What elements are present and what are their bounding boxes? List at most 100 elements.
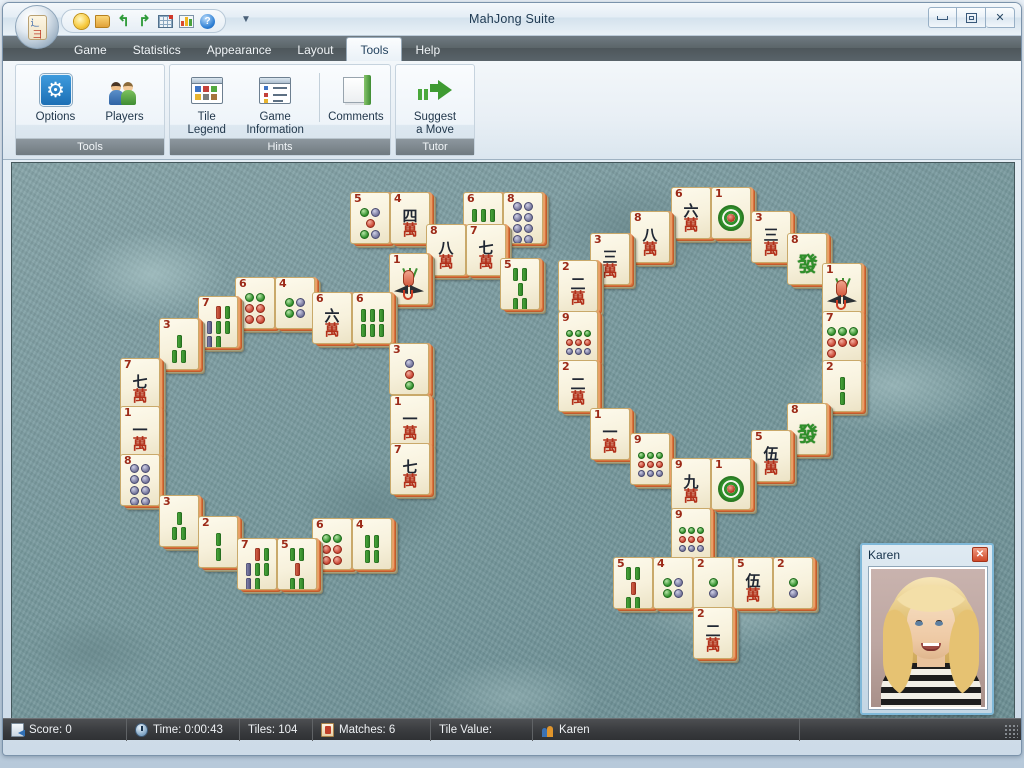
close-button[interactable]: ✕	[986, 7, 1015, 28]
status-tiles: Tiles: 104	[240, 718, 313, 741]
mahjong-tile[interactable]: 5	[350, 192, 390, 244]
options-button[interactable]: ⚙ Options	[22, 70, 89, 124]
mahjong-tile[interactable]: 8八萬	[630, 211, 670, 263]
tab-game[interactable]: Game	[61, 38, 120, 61]
mahjong-tile[interactable]: 6	[312, 518, 352, 570]
mahjong-tile[interactable]: 2二萬	[558, 260, 598, 312]
mahjong-tile[interactable]: 8發	[787, 233, 827, 285]
mahjong-tile[interactable]: 9九萬	[671, 458, 711, 510]
mahjong-tile[interactable]: 2二萬	[693, 607, 733, 659]
quick-access-overflow-button[interactable]: ▼	[241, 14, 251, 25]
mahjong-tile[interactable]: 8八萬	[426, 224, 466, 276]
main-window: MahJong Suite ✕ ↰ ↱ ? ▼ Game Statistics	[2, 2, 1022, 756]
bamboo	[517, 282, 523, 296]
mahjong-tile[interactable]: 7	[237, 538, 277, 590]
maximize-button[interactable]	[957, 7, 986, 28]
mahjong-tile[interactable]: 7	[822, 311, 862, 363]
mahjong-tile[interactable]: 5	[277, 538, 317, 590]
mahjong-tile[interactable]: 4	[653, 557, 693, 609]
help-icon[interactable]: ?	[198, 12, 217, 31]
options-icon: ⚙	[39, 73, 73, 107]
mahjong-tile[interactable]: 4	[352, 518, 392, 570]
dot	[404, 358, 414, 368]
mahjong-tile[interactable]: 1	[822, 263, 862, 315]
tile-legend-icon	[190, 73, 224, 107]
mahjong-tile[interactable]: 6	[352, 292, 392, 344]
dot	[655, 469, 663, 477]
mahjong-tile[interactable]: 6六萬	[671, 187, 711, 239]
user-icon	[541, 723, 554, 737]
mahjong-tile[interactable]: 4	[275, 277, 315, 329]
tab-statistics[interactable]: Statistics	[120, 38, 194, 61]
character-bottom: 萬	[763, 458, 779, 477]
tab-layout[interactable]: Layout	[284, 38, 346, 61]
suggest-a-move-button[interactable]: Suggest a Move	[402, 70, 468, 137]
status-bar: Score: 0 Time: 0:00:43 Tiles: 104 Matche…	[3, 718, 1021, 741]
tile-face	[823, 323, 861, 361]
mahjong-tile[interactable]: 9	[630, 433, 670, 485]
player-photo-close-button[interactable]: ✕	[972, 547, 988, 562]
mahjong-tile[interactable]: 2	[198, 516, 238, 568]
undo-icon[interactable]: ↰	[114, 12, 133, 31]
tile-face: 八萬	[631, 223, 669, 261]
app-menu-button[interactable]	[15, 5, 59, 49]
mahjong-tile[interactable]: 3	[389, 343, 429, 395]
mahjong-tile[interactable]: 5	[500, 258, 540, 310]
mahjong-tile[interactable]: 6六萬	[312, 292, 352, 344]
mahjong-tile[interactable]: 1一萬	[120, 406, 160, 458]
mahjong-tile[interactable]: 9	[671, 508, 711, 560]
dot	[788, 578, 798, 587]
mahjong-tile[interactable]: 1	[711, 458, 751, 510]
mahjong-tile[interactable]: 2	[693, 557, 733, 609]
tile-face: 發	[788, 415, 826, 453]
layout-icon[interactable]	[156, 12, 175, 31]
open-icon[interactable]	[93, 12, 112, 31]
dot	[322, 544, 331, 554]
mahjong-tile[interactable]: 3	[159, 495, 199, 547]
tile-legend-button[interactable]: Tile Legend	[176, 70, 237, 137]
mahjong-tile[interactable]: 1	[711, 187, 751, 239]
mahjong-tile[interactable]: 1	[389, 253, 429, 305]
mahjong-tile[interactable]: 2	[822, 360, 862, 412]
redo-icon[interactable]: ↱	[135, 12, 154, 31]
game-information-label-line2: Information	[246, 124, 304, 136]
tab-tools[interactable]: Tools	[346, 37, 403, 61]
mahjong-tile[interactable]: 7	[198, 296, 238, 348]
tab-appearance[interactable]: Appearance	[194, 38, 285, 61]
tab-help[interactable]: Help	[402, 38, 453, 61]
mahjong-tile[interactable]: 7七萬	[120, 358, 160, 410]
mahjong-tile[interactable]: 5	[613, 557, 653, 609]
mahjong-tile[interactable]: 1一萬	[590, 408, 630, 460]
new-game-icon[interactable]	[72, 12, 91, 31]
mahjong-tile[interactable]: 1一萬	[390, 395, 430, 447]
character-bottom: 萬	[642, 239, 658, 258]
mahjong-tile[interactable]: 3三萬	[751, 211, 791, 263]
mahjong-tile[interactable]: 9	[558, 311, 598, 363]
tile-dots	[322, 533, 342, 565]
dot	[130, 464, 139, 473]
tile-bamboos	[172, 512, 186, 540]
mahjong-tile[interactable]: 8	[503, 192, 543, 244]
minimize-button[interactable]	[928, 7, 957, 28]
game-information-button[interactable]: Game Information	[239, 70, 311, 137]
resize-grip[interactable]	[1004, 724, 1018, 738]
tile-face: 伍萬	[734, 569, 772, 607]
dot	[708, 578, 718, 587]
dot	[574, 329, 582, 337]
mahjong-tile[interactable]: 6	[235, 277, 275, 329]
mahjong-tile[interactable]: 2	[773, 557, 813, 609]
mahjong-tile[interactable]: 8發	[787, 403, 827, 455]
mahjong-tile[interactable]: 7七萬	[390, 443, 430, 495]
comments-button[interactable]: Comments	[328, 70, 384, 124]
mahjong-tile[interactable]: 2二萬	[558, 360, 598, 412]
mahjong-tile[interactable]: 5伍萬	[733, 557, 773, 609]
statistics-icon[interactable]	[177, 12, 196, 31]
status-filler	[800, 719, 1021, 741]
dot	[256, 314, 265, 324]
mahjong-tile[interactable]: 5伍萬	[751, 430, 791, 482]
mahjong-tile[interactable]: 4四萬	[390, 192, 430, 244]
players-button[interactable]: Players	[91, 70, 158, 124]
mahjong-tile[interactable]: 3	[159, 318, 199, 370]
mahjong-tile[interactable]: 8	[120, 454, 160, 506]
tile-face	[559, 323, 597, 361]
